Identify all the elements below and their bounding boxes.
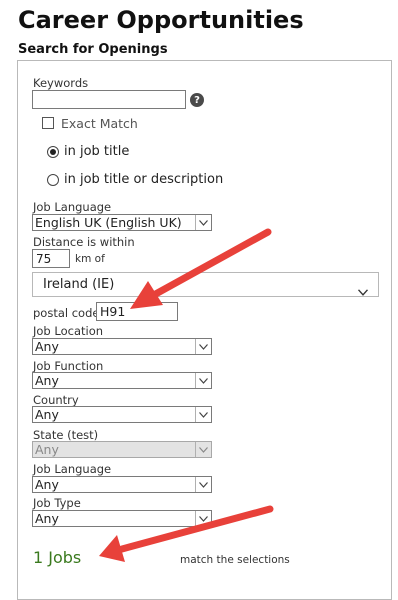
chevron-down-icon [195,511,211,526]
chevron-down-icon [195,339,211,354]
job-type-value: Any [35,511,59,526]
job-location-value: Any [35,339,59,354]
state-value: Any [35,442,59,457]
job-function-value: Any [35,373,59,388]
radio-in-job-title-or-description[interactable] [47,174,59,186]
match-selections-text: match the selections [180,554,290,566]
country-label: Country [33,393,79,407]
country-select[interactable]: Any [32,406,212,423]
job-location-select[interactable]: Any [32,338,212,355]
keywords-label: Keywords [33,76,89,90]
job-location-label: Job Location [33,324,104,338]
distance-label: Distance is within [33,235,135,249]
country-location-select-value: Ireland (IE) [43,277,115,292]
country-location-select[interactable]: Ireland (IE) [32,272,379,297]
postal-code-input[interactable]: H91 [96,302,178,321]
chevron-down-icon [195,477,211,492]
job-function-label: Job Function [33,359,104,373]
radio-in-job-title-label: in job title [64,144,130,159]
jobs-count[interactable]: 1 Jobs [33,548,81,567]
chevron-down-icon [195,442,211,457]
job-language-label: Job Language [33,200,112,214]
job-language-select[interactable]: English UK (English UK) [32,214,212,231]
country-value: Any [35,407,59,422]
keywords-input[interactable] [32,90,186,109]
job-language-select-value: English UK (English UK) [35,215,182,230]
distance-unit: km of [75,253,105,265]
radio-in-job-title[interactable] [47,146,59,158]
help-icon[interactable]: ? [190,93,204,107]
state-select: Any [32,441,212,458]
job-type-select[interactable]: Any [32,510,212,527]
chevron-down-icon [195,407,211,422]
chevron-down-icon [195,215,211,230]
job-language-filter-value: Any [35,477,59,492]
section-title: Search for Openings [18,42,168,57]
page-title: Career Opportunities [18,6,304,34]
job-language-filter-label: Job Language [33,462,112,476]
chevron-down-icon [195,373,211,388]
chevron-down-icon [357,281,369,304]
exact-match-checkbox[interactable] [42,117,54,129]
state-label: State (test) [33,428,99,442]
radio-in-job-title-or-description-label: in job title or description [64,172,224,187]
distance-input[interactable]: 75 [32,249,70,268]
exact-match-label: Exact Match [61,116,138,131]
job-function-select[interactable]: Any [32,372,212,389]
job-language-filter-select[interactable]: Any [32,476,212,493]
postal-code-label: postal code [33,306,100,320]
job-type-label: Job Type [33,496,81,510]
